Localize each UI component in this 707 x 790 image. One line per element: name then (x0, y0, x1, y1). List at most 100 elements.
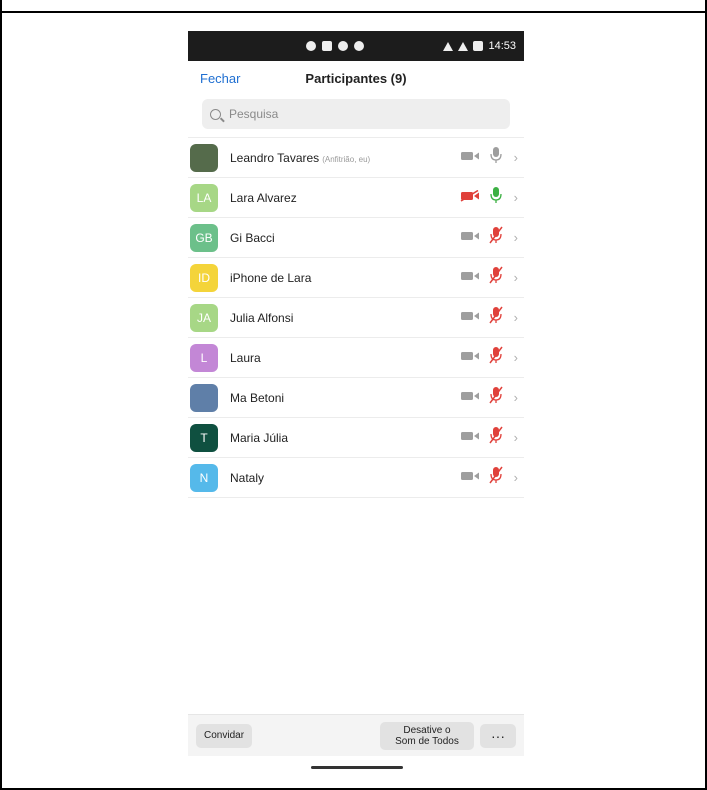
participant-row[interactable]: JA Julia Alfonsi › (188, 298, 524, 338)
avatar: ID (190, 263, 218, 292)
participant-name-cell: Ma Betoni (230, 391, 460, 405)
participant-name: Maria Júlia (230, 430, 289, 445)
whatsapp-icon (305, 41, 316, 51)
participant-name: iPhone de Lara (230, 270, 312, 285)
participant-name-cell: Maria Júlia (230, 431, 460, 445)
clock: 14:53 (488, 40, 516, 52)
avatar: LA (190, 183, 218, 212)
participant-status-icons: › (460, 266, 518, 289)
participant-status-icons: › (460, 386, 518, 409)
header: Fechar Participantes (9) (188, 61, 524, 95)
participant-name: Ma Betoni (230, 390, 285, 405)
chevron-right-icon: › (513, 390, 518, 405)
participant-name: Lara Alvarez (230, 190, 297, 205)
microphone-icon (488, 186, 504, 209)
close-button[interactable]: Fechar (200, 71, 240, 86)
notification-icons (196, 41, 443, 51)
participant-status-icons: › (460, 346, 518, 369)
participant-status-icons: › (460, 466, 518, 489)
frame-top-border (0, 0, 707, 13)
wifi-icon (443, 41, 454, 51)
chevron-right-icon: › (513, 430, 518, 445)
chevron-right-icon: › (513, 310, 518, 325)
participant-name-cell: Lara Alvarez (230, 191, 460, 205)
participant-name-cell: Leandro Tavares (Anfitrião, eu) (230, 151, 460, 165)
video-camera-icon (460, 189, 480, 207)
chevron-right-icon: › (513, 350, 518, 365)
participant-name-cell: Nataly (230, 471, 460, 485)
battery-icon (473, 41, 484, 51)
participant-status-icons: › (460, 186, 518, 209)
participant-status-icons: › (460, 306, 518, 329)
participant-name-cell: Julia Alfonsi (230, 311, 460, 325)
bottom-toolbar: Convidar Desative o Som de Todos ··· (188, 714, 524, 756)
mute-all-label-line1: Desative o (403, 724, 451, 736)
participant-name: Julia Alfonsi (230, 310, 294, 325)
avatar: JA (190, 303, 218, 332)
participant-name: Gi Bacci (230, 230, 275, 245)
avatar: GB (190, 223, 218, 252)
participant-role-note: (Anfitrião, eu) (322, 154, 371, 164)
chevron-right-icon: › (513, 270, 518, 285)
video-camera-icon (460, 149, 480, 167)
participant-status-icons: › (460, 426, 518, 449)
participant-row[interactable]: T Maria Júlia › (188, 418, 524, 458)
participant-row[interactable]: Ma Betoni › (188, 378, 524, 418)
participant-row[interactable]: LA Lara Alvarez › (188, 178, 524, 218)
microphone-muted-icon (488, 226, 504, 249)
participant-name: Nataly (230, 470, 265, 485)
avatar (190, 383, 218, 412)
video-camera-icon (460, 229, 480, 247)
participant-name-cell: Gi Bacci (230, 231, 460, 245)
video-camera-icon (460, 269, 480, 287)
search-input[interactable] (226, 106, 510, 122)
microphone-muted-icon (488, 426, 504, 449)
participant-row[interactable]: Leandro Tavares (Anfitrião, eu) › (188, 138, 524, 178)
participant-row[interactable]: ID iPhone de Lara › (188, 258, 524, 298)
avatar: T (190, 423, 218, 452)
video-camera-icon (460, 389, 480, 407)
mute-all-button[interactable]: Desative o Som de Todos (380, 721, 474, 750)
participant-name-cell: Laura (230, 351, 460, 365)
invite-button[interactable]: Convidar (196, 723, 253, 748)
facebook-icon (353, 41, 364, 51)
participant-name: Leandro Tavares (230, 150, 320, 165)
participant-status-icons: › (460, 226, 518, 249)
participant-name-cell: iPhone de Lara (230, 271, 460, 285)
microphone-muted-icon (488, 466, 504, 489)
signal-icon (458, 41, 469, 51)
participant-row[interactable]: GB Gi Bacci › (188, 218, 524, 258)
search-icon (210, 108, 221, 120)
participant-status-icons: › (460, 146, 518, 169)
messenger-icon (337, 41, 348, 51)
participant-list: Leandro Tavares (Anfitrião, eu) › LA Lara Al… (188, 137, 524, 498)
phone-screen: 14:53 Fechar Participantes (9) Leandro T… (188, 31, 524, 771)
video-camera-icon (460, 429, 480, 447)
avatar: L (190, 343, 218, 372)
more-options-button[interactable]: ··· (480, 723, 516, 748)
participant-row[interactable]: N Nataly › (188, 458, 524, 498)
system-icons: 14:53 (443, 40, 516, 52)
video-camera-icon (460, 309, 480, 327)
microphone-muted-icon (488, 266, 504, 289)
search-bar[interactable] (202, 99, 510, 129)
video-camera-icon (460, 349, 480, 367)
chevron-right-icon: › (513, 150, 518, 165)
chevron-right-icon: › (513, 470, 518, 485)
avatar: N (190, 463, 218, 492)
participant-name: Laura (230, 350, 261, 365)
microphone-icon (488, 146, 504, 169)
chevron-right-icon: › (513, 230, 518, 245)
chevron-right-icon: › (513, 190, 518, 205)
video-camera-icon (460, 469, 480, 487)
mute-all-label-line2: Som de Todos (395, 735, 459, 747)
notes-icon (321, 41, 332, 51)
status-bar: 14:53 (188, 31, 524, 61)
frame-left-border (0, 0, 2, 790)
microphone-muted-icon (488, 346, 504, 369)
microphone-muted-icon (488, 306, 504, 329)
avatar (190, 143, 218, 172)
home-indicator[interactable] (311, 766, 403, 769)
participant-row[interactable]: L Laura › (188, 338, 524, 378)
microphone-muted-icon (488, 386, 504, 409)
